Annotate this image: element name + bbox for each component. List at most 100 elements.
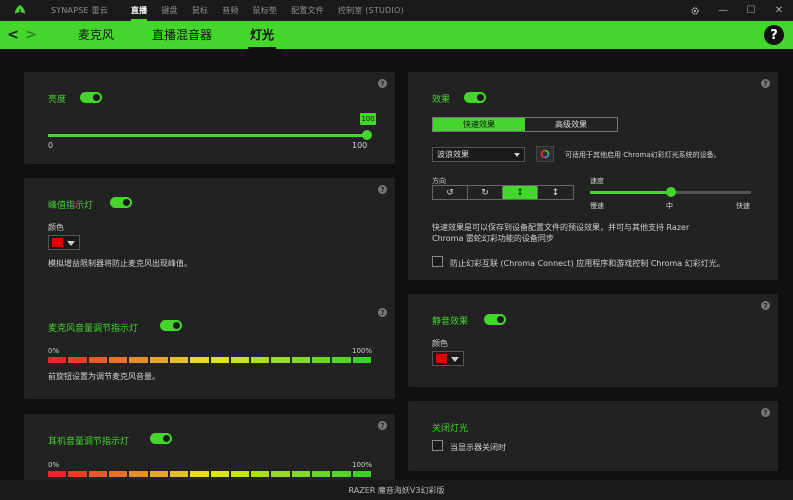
mute-color-picker[interactable] xyxy=(432,351,464,366)
meter-segment xyxy=(291,357,311,363)
meter-segment xyxy=(251,357,270,363)
peak-indicator-label: 峰值指示灯 xyxy=(48,201,94,211)
color-swatch xyxy=(436,354,447,363)
effect-select-value: 波浪效果 xyxy=(437,150,469,159)
nav-synapse[interactable]: SYNAPSE 雷云 xyxy=(51,0,131,21)
mic-volume-min: 0% xyxy=(48,347,60,355)
gear-icon[interactable] xyxy=(681,0,709,21)
lights-off-card: ? 关闭灯光 当显示器关闭时 xyxy=(408,401,778,471)
meter-segment xyxy=(129,357,148,363)
color-swatch xyxy=(52,238,63,247)
device-name: RAZER 魔音海妖V3幻彩版 xyxy=(348,485,445,495)
tab-microphone[interactable]: 麦克风 xyxy=(78,21,114,49)
peak-color-picker[interactable] xyxy=(48,235,80,250)
meter-segment xyxy=(190,471,209,477)
brightness-slider-track[interactable] xyxy=(48,134,367,137)
direction-ccw-button[interactable]: ↺ xyxy=(433,186,468,199)
mic-volume-label: 麦克风音量调节指示灯 xyxy=(48,324,139,334)
peak-color-label: 颜色 xyxy=(48,223,64,232)
meter-segment xyxy=(169,357,189,363)
chroma-connect-checkbox[interactable] xyxy=(432,256,443,267)
brightness-value-badge: 100 xyxy=(360,113,376,125)
help-icon[interactable]: ? xyxy=(761,301,770,310)
app-window: SYNAPSE 雷云 直播 键盘 鼠标 音频 鼠标垫 配置文件 控制室 (STU… xyxy=(0,0,793,500)
meter-segment xyxy=(88,471,107,477)
headphone-volume-max: 100% xyxy=(352,461,373,469)
mute-color-label: 颜色 xyxy=(432,339,448,348)
help-icon[interactable]: ? xyxy=(378,308,387,317)
minimize-button[interactable]: — xyxy=(709,0,737,21)
meter-segment xyxy=(352,357,371,363)
direction-cw-button[interactable]: ↻ xyxy=(468,186,503,199)
nav-audio[interactable]: 音频 xyxy=(222,0,252,21)
speed-slider-knob[interactable] xyxy=(665,187,676,197)
direction-vertical-button[interactable]: ↕ xyxy=(503,186,538,199)
mute-effect-label: 静音效果 xyxy=(432,317,469,327)
meter-segment xyxy=(352,471,371,477)
effect-select[interactable]: 波浪效果 xyxy=(432,147,525,162)
mic-volume-card: ? 麦克风音量调节指示灯 0% 100% 前旋钮设置为调节麦克风音量。 xyxy=(24,301,395,399)
mic-volume-toggle[interactable] xyxy=(160,320,182,331)
status-bar: RAZER 魔音海妖V3幻彩版 xyxy=(0,480,793,500)
chroma-icon[interactable] xyxy=(536,146,554,162)
meter-segment xyxy=(291,471,311,477)
nav-mousepad[interactable]: 鼠标垫 xyxy=(253,0,292,21)
headphone-volume-toggle[interactable] xyxy=(150,433,172,444)
speed-mid-label: 中 xyxy=(666,202,673,210)
meter-segment xyxy=(108,471,128,477)
meter-segment xyxy=(169,471,189,477)
meter-segment xyxy=(149,357,168,363)
nav-profiles[interactable]: 配置文件 xyxy=(291,0,338,21)
tab-lighting[interactable]: 灯光 xyxy=(248,21,277,49)
tab-quick-effects[interactable]: 快速效果 xyxy=(433,118,525,131)
meter-segment xyxy=(312,471,331,477)
razer-logo-icon[interactable] xyxy=(10,2,30,20)
nav-mouse[interactable]: 鼠标 xyxy=(192,0,222,21)
brightness-card: ? 亮度 100 0 100 xyxy=(24,72,395,164)
meter-segment xyxy=(210,471,229,477)
meter-segment xyxy=(129,471,148,477)
window-controls: — ☐ ✕ xyxy=(681,0,793,21)
meter-segment xyxy=(68,357,87,363)
chevron-down-icon xyxy=(451,357,459,362)
tab-advanced-effects[interactable]: 高级效果 xyxy=(525,118,617,131)
meter-segment xyxy=(332,471,351,477)
meter-segment xyxy=(312,357,331,363)
effects-mode-tabs: 快速效果 高级效果 xyxy=(432,117,618,132)
mic-volume-description: 前旋钮设置为调节麦克风音量。 xyxy=(48,372,160,381)
meter-segment xyxy=(230,471,250,477)
help-icon[interactable]: ? xyxy=(378,185,387,194)
brightness-toggle[interactable] xyxy=(80,92,102,103)
mute-effect-toggle[interactable] xyxy=(484,314,506,325)
nav-studio[interactable]: 控制室 (STUDIO) xyxy=(338,0,418,21)
speed-fast-label: 快速 xyxy=(736,202,750,210)
nav-keyboard[interactable]: 键盘 xyxy=(161,0,191,21)
chroma-connect-label: 防止幻彩互联 (Chroma Connect) 应用程序和游戏控制 Chroma… xyxy=(450,259,725,268)
brightness-slider-knob[interactable] xyxy=(362,130,372,140)
speed-label: 速度 xyxy=(590,177,604,185)
help-button[interactable]: ? xyxy=(764,25,784,45)
lights-off-checkbox[interactable] xyxy=(432,440,443,451)
meter-segment xyxy=(68,471,87,477)
mic-volume-meter xyxy=(48,357,371,363)
direction-vertical-alt-button[interactable]: ↕ xyxy=(538,186,573,199)
peak-indicator-toggle[interactable] xyxy=(110,197,132,208)
meter-segment xyxy=(190,357,209,363)
mute-effect-card: ? 静音效果 颜色 xyxy=(408,294,778,387)
maximize-button[interactable]: ☐ xyxy=(737,0,765,21)
nav-stream[interactable]: 直播 xyxy=(130,0,161,21)
peak-description: 模拟增益限制器将防止麦克风出现峰值。 xyxy=(48,259,192,268)
back-arrow-icon[interactable]: < xyxy=(4,21,22,49)
help-icon[interactable]: ? xyxy=(761,408,770,417)
close-button[interactable]: ✕ xyxy=(765,0,793,21)
effects-card: ? 效果 快速效果 高级效果 波浪效果 可适用于其他启用 Chroma幻彩灯光系… xyxy=(408,72,778,280)
help-icon[interactable]: ? xyxy=(761,79,770,88)
meter-segment xyxy=(251,471,270,477)
help-icon[interactable]: ? xyxy=(378,421,387,430)
forward-arrow-icon[interactable]: > xyxy=(22,21,40,49)
tab-stream-mixer[interactable]: 直播混音器 xyxy=(152,21,212,49)
help-icon[interactable]: ? xyxy=(378,79,387,88)
effects-toggle[interactable] xyxy=(464,92,486,103)
meter-segment xyxy=(271,471,290,477)
brightness-label: 亮度 xyxy=(48,95,67,105)
